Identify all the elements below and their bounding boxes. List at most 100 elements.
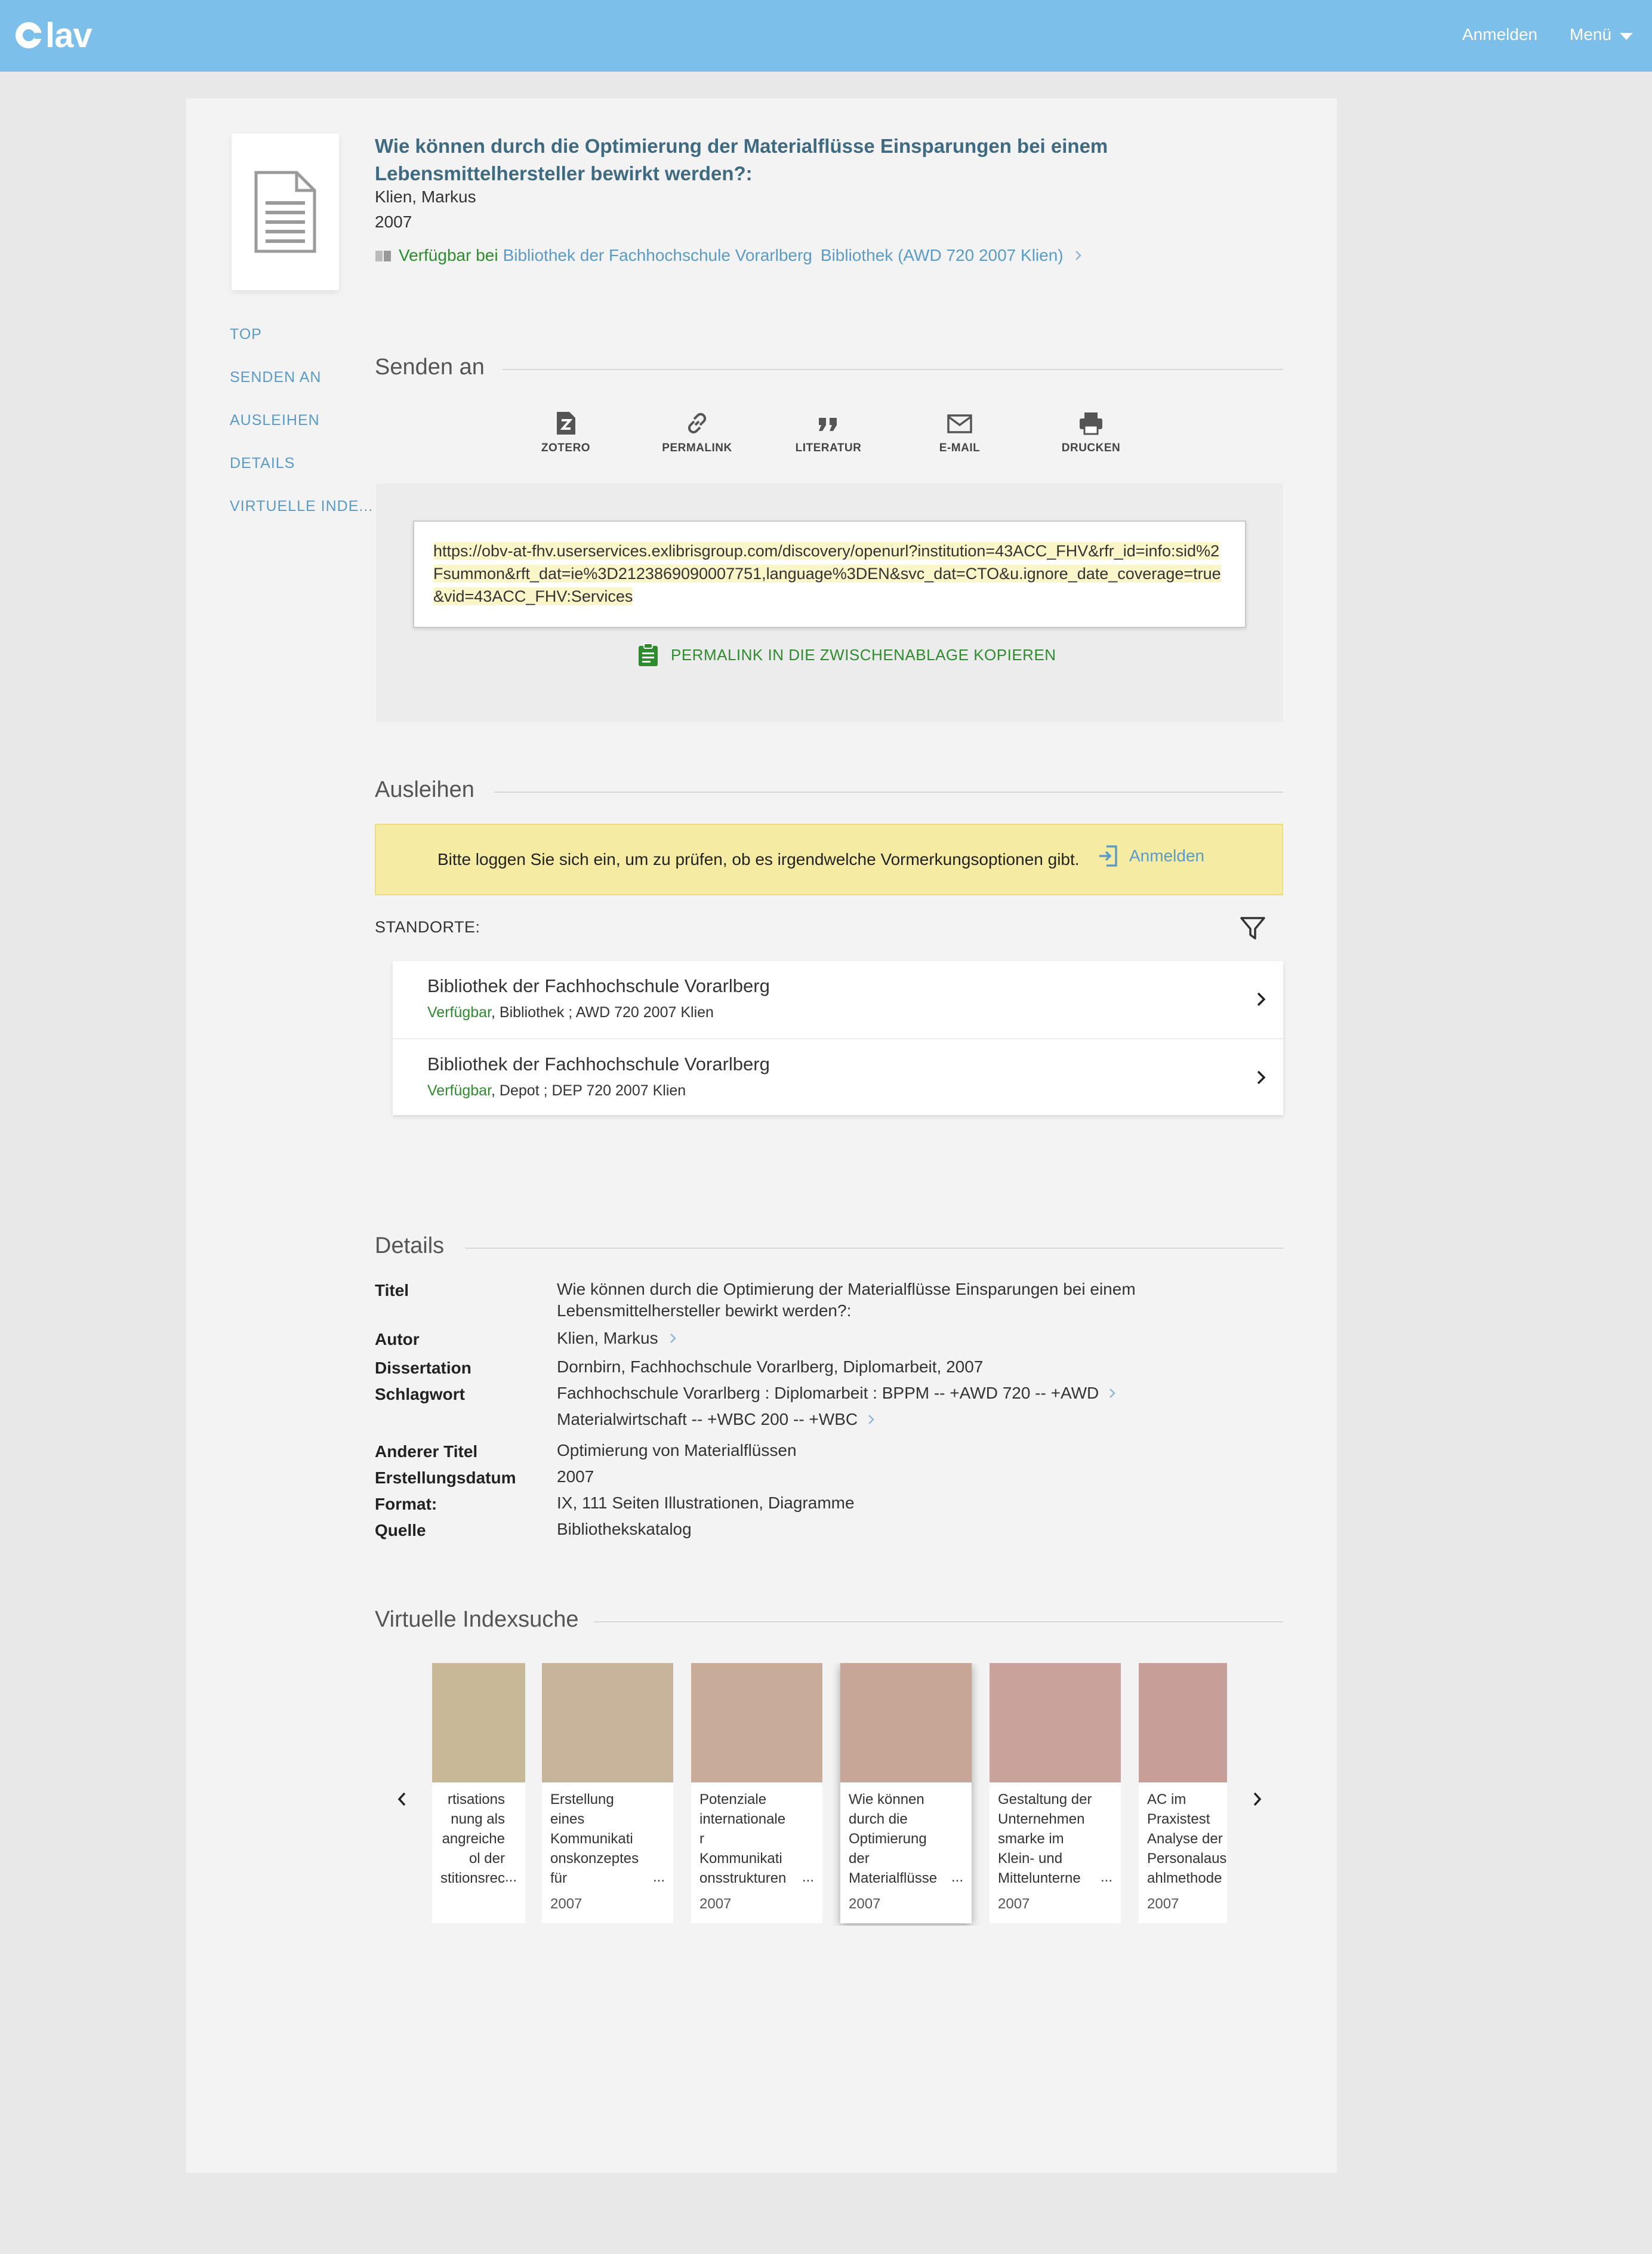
detail-date-value: 2007 [557,1467,594,1486]
chevron-right-icon [1257,992,1266,1006]
card-title: Erstellung eines Kommunikati onskonzepte… [550,1791,639,1886]
nav-send[interactable]: SENDEN AN [230,369,321,386]
location-name: Bibliothek der Fachhochschule Vorarlberg [427,975,770,996]
card-cover [432,1663,525,1782]
chevron-right-icon [1253,1792,1262,1806]
divider [594,1621,1283,1622]
card-year: 2007 [1147,1896,1179,1912]
chevron-left-icon [397,1792,406,1806]
detail-format-value: IX, 111 Seiten Illustrationen, Diagramme [557,1494,855,1512]
card-year: 2007 [998,1896,1030,1912]
logo[interactable]: lav [16,14,93,56]
caret-down-icon [1620,33,1633,40]
detail-subject-link-1[interactable]: Fachhochschule Vorarlberg : Diplomarbeit… [557,1382,1183,1404]
detail-date-label: Erstellungsdatum [375,1468,516,1487]
print-icon [1080,412,1102,435]
carousel-card[interactable]: Potenziale internationale r Kommunikati … [691,1663,822,1923]
card-year: 2007 [699,1896,732,1912]
login-notice-link-label: Anmelden [1129,846,1205,865]
detail-author-link[interactable]: Klien, Markus [557,1328,1183,1349]
carousel-card[interactable]: AC im Praxistest Analyse der Personalaus… [1139,1663,1227,1923]
record-title[interactable]: Wie können durch die Optimierung der Mat… [375,133,1151,187]
card-title: Potenziale internationale r Kommunikati … [699,1791,787,1886]
availability-library[interactable]: Bibliothek der Fachhochschule Vorarlberg [503,246,812,265]
carousel-card[interactable]: rtisations nung als angreiche ol der sti… [432,1663,525,1923]
card-ellipsis: ... [951,1869,963,1885]
card-cover [1139,1663,1227,1782]
carousel-next-button[interactable] [1249,1788,1265,1813]
detail-format-label: Format: [375,1495,437,1513]
card-ellipsis: ... [652,1869,665,1885]
send-email-button[interactable]: E-MAIL [912,411,1007,455]
card-year: 2007 [849,1896,881,1912]
record-thumbnail [232,134,339,290]
chevron-right-icon [1257,1070,1266,1085]
send-permalink-button[interactable]: PERMALINK [649,411,745,455]
header-menu-button[interactable]: Menü [1570,25,1633,44]
link-icon [688,412,707,434]
carousel-prev-button[interactable] [394,1788,411,1813]
chevron-right-icon [1075,251,1081,260]
copy-permalink-button[interactable]: PERMALINK IN DIE ZWISCHENABLAGE KOPIEREN [637,642,1056,667]
send-heading: Senden an [375,355,485,380]
login-notice-text: Bitte loggen Sie sich ein, um zu prüfen,… [437,850,1080,869]
availability-location[interactable]: Bibliothek (AWD 720 2007 Klien) [821,246,1064,265]
chevron-right-icon [868,1415,874,1424]
details-heading: Details [375,1233,445,1258]
chevron-right-icon [670,1334,676,1343]
card-cover [840,1663,972,1782]
send-zotero-button[interactable]: ZOTERO [518,411,614,455]
nav-details[interactable]: DETAILS [230,455,295,472]
send-print-button[interactable]: DRUCKEN [1043,411,1139,455]
top-bar: lav Anmelden Menü [0,0,1652,72]
divider [503,369,1283,370]
card-title: rtisations nung als angreiche ol der sti… [440,1791,505,1886]
location-item[interactable]: Bibliothek der Fachhochschule Vorarlberg… [393,961,1283,1038]
logo-icon [16,22,43,48]
detail-title-value: Wie können durch die Optimierung der Mat… [557,1280,1136,1320]
nav-top[interactable]: TOP [230,326,262,343]
detail-title-label: Titel [375,1281,409,1300]
carousel-card[interactable]: Gestaltung der Unternehmen smarke im Kle… [990,1663,1121,1923]
carousel-card-current[interactable]: Wie können durch die Optimierung der Mat… [840,1663,972,1923]
filter-icon [1240,917,1265,940]
card-title: AC im Praxistest Analyse der Personalaus… [1147,1791,1227,1886]
send-email-label: E-MAIL [939,442,981,454]
location-item[interactable]: Bibliothek der Fachhochschule Vorarlberg… [393,1038,1283,1115]
nav-virtual-index[interactable]: VIRTUELLE INDE... [230,498,373,515]
card-cover [990,1663,1121,1782]
detail-dissertation-label: Dissertation [375,1359,471,1377]
card-year: 2007 [550,1896,582,1912]
location-detail: Verfügbar, Depot ; DEP 720 2007 Klien [427,1082,686,1099]
location-name: Bibliothek der Fachhochschule Vorarlberg [427,1054,770,1074]
header-login-link[interactable]: Anmelden [1462,25,1537,44]
send-citation-label: LITERATUR [795,442,862,454]
record-year: 2007 [375,213,412,231]
record-author: Klien, Markus [375,187,476,206]
detail-dissertation-value: Dornbirn, Fachhochschule Vorarlberg, Dip… [557,1357,984,1376]
filter-button[interactable] [1239,914,1266,945]
detail-source-label: Quelle [375,1521,426,1539]
detail-subject-value-1: Fachhochschule Vorarlberg : Diplomarbeit… [557,1384,1099,1402]
carousel-card[interactable]: Erstellung eines Kommunikati onskonzepte… [542,1663,673,1923]
nav-loan[interactable]: AUSLEIHEN [230,412,320,429]
book-icon [375,251,391,261]
detail-subject-link-2[interactable]: Materialwirtschaft -- +WBC 200 -- +WBC [557,1409,1183,1430]
sign-in-icon [1099,845,1117,867]
permalink-url-box[interactable]: https://obv-at-fhv.userservices.exlibris… [413,521,1246,628]
detail-subject-label: Schlagwort [375,1385,465,1403]
availability-line[interactable]: Verfügbar bei Bibliothek der Fachhochsch… [375,246,1084,265]
divider [494,792,1283,793]
location-detail: Verfügbar, Bibliothek ; AWD 720 2007 Kli… [427,1004,714,1021]
quote-icon [819,418,837,431]
detail-alt-title-value: Optimierung von Materialflüssen [557,1441,797,1459]
card-cover [691,1663,822,1782]
detail-subject-value-2: Materialwirtschaft -- +WBC 200 -- +WBC [557,1410,858,1428]
detail-alt-title-label: Anderer Titel [375,1442,478,1461]
zotero-icon [557,412,575,435]
card-ellipsis: ... [1100,1869,1112,1885]
permalink-url[interactable]: https://obv-at-fhv.userservices.exlibris… [433,542,1221,605]
detail-source-value: Bibliothekskatalog [557,1520,692,1538]
login-notice-link[interactable]: Anmelden [1098,844,1204,868]
send-citation-button[interactable]: LITERATUR [781,411,876,455]
